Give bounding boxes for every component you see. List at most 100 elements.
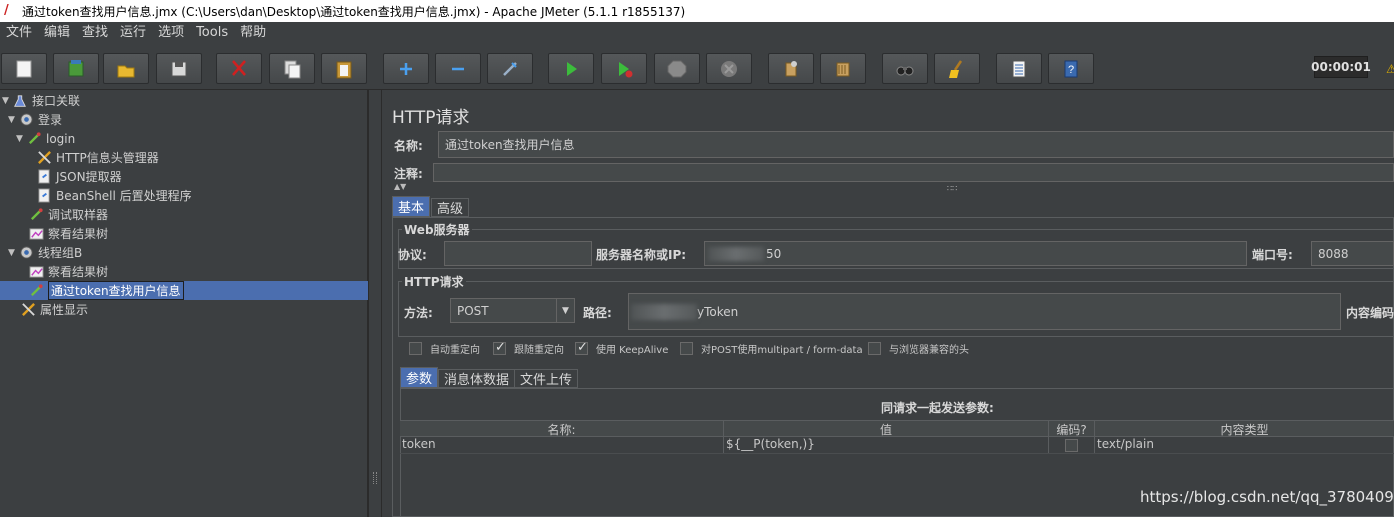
reset-search-button[interactable]	[934, 53, 980, 84]
option-follow-redirect[interactable]: 跟随重定向	[493, 340, 564, 356]
tree-node-token-user-request[interactable]: 通过token查找用户信息	[28, 281, 184, 300]
col-name-header[interactable]: 名称:	[400, 421, 724, 436]
param-content-type-cell[interactable]: text/plain	[1095, 437, 1394, 453]
tree-node-thread-group-login[interactable]: ▼ 登录	[8, 110, 62, 129]
expand-all-button[interactable]	[383, 53, 429, 84]
tab-parameters[interactable]: 参数	[400, 367, 439, 388]
pane-splitter[interactable]	[368, 90, 382, 517]
search-button[interactable]	[882, 53, 928, 84]
templates-button[interactable]	[53, 53, 99, 84]
start-no-pause-button[interactable]	[601, 53, 647, 84]
tree-node-header-manager[interactable]: HTTP信息头管理器	[36, 148, 159, 167]
menu-file[interactable]: 文件	[0, 22, 38, 44]
divider-grip-icon[interactable]: ∷∷	[947, 184, 957, 193]
save-button[interactable]	[156, 53, 202, 84]
clear-button[interactable]	[768, 53, 814, 84]
option-multipart[interactable]: 对POST使用multipart / form-data	[680, 341, 863, 356]
shutdown-button[interactable]	[706, 53, 752, 84]
param-encode-cell[interactable]	[1049, 437, 1095, 453]
tree-node-test-plan[interactable]: ▼ 接口关联	[2, 91, 80, 110]
document-arrow-icon	[36, 188, 52, 204]
keepalive-checkbox[interactable]	[575, 340, 588, 355]
port-input[interactable]: 8088	[1311, 241, 1394, 266]
stop-button[interactable]	[654, 53, 700, 84]
collapse-all-button[interactable]	[435, 53, 481, 84]
tree-node-login-sampler[interactable]: ▼ login	[16, 129, 75, 148]
tree-node-json-extractor[interactable]: JSON提取器	[36, 167, 122, 186]
paste-button[interactable]	[321, 53, 367, 84]
menu-options[interactable]: 选项	[152, 22, 190, 44]
comment-input[interactable]	[433, 163, 1394, 182]
table-row[interactable]: token ${__P(token,)} text/plain	[400, 437, 1394, 454]
http-request-group-title: HTTP请求	[402, 273, 466, 290]
path-label: 路径:	[583, 306, 612, 320]
path-input[interactable]: yToken	[628, 293, 1341, 330]
browser-headers-checkbox[interactable]	[868, 342, 881, 355]
splitter-grip-icon[interactable]	[373, 472, 377, 484]
wrench-screwdriver-icon	[20, 302, 36, 318]
name-input[interactable]: 通过token查找用户信息	[438, 131, 1394, 158]
param-name-cell[interactable]: token	[400, 437, 724, 453]
clear-all-button[interactable]	[820, 53, 866, 84]
option-browser-headers[interactable]: 与浏览器兼容的头	[868, 341, 969, 356]
tab-file-upload[interactable]: 文件上传	[514, 369, 579, 388]
tree-node-debug-sampler[interactable]: 调试取样器	[28, 205, 108, 224]
redacted-host-mask	[708, 246, 764, 261]
method-label: 方法:	[404, 306, 433, 320]
chevron-down-icon[interactable]: ▼	[556, 299, 574, 322]
tree-node-view-results-tree[interactable]: 察看结果树	[28, 224, 108, 243]
pipette-icon	[26, 131, 42, 147]
function-helper-button[interactable]	[996, 53, 1042, 84]
web-server-group-title: Web服务器	[402, 221, 472, 238]
tree-node-property-display[interactable]: 属性显示	[20, 300, 88, 319]
menu-tools[interactable]: Tools	[190, 22, 234, 44]
new-button[interactable]	[1, 53, 47, 84]
expand-arrow-icon[interactable]: ▼	[8, 248, 18, 258]
tab-advanced[interactable]: 高级	[431, 198, 470, 217]
window-titlebar: / 通过token查找用户信息.jmx (C:\Users\dan\Deskto…	[0, 0, 1394, 22]
option-auto-redirect[interactable]: 自动重定向	[409, 341, 480, 356]
param-value-cell[interactable]: ${__P(token,)}	[724, 437, 1049, 453]
copy-button[interactable]	[269, 53, 315, 84]
help-icon: ?	[1064, 60, 1078, 77]
jmeter-feather-icon: /	[4, 3, 9, 18]
multipart-checkbox[interactable]	[680, 342, 693, 355]
toggle-button[interactable]	[487, 53, 533, 84]
start-button[interactable]	[548, 53, 594, 84]
tab-body-data[interactable]: 消息体数据	[438, 369, 516, 388]
params-caption: 同请求一起发送参数:	[881, 401, 994, 415]
play-no-timer-icon	[619, 61, 633, 77]
server-input[interactable]: 50	[704, 241, 1247, 266]
col-value-header[interactable]: 值	[724, 421, 1049, 436]
expand-arrow-icon[interactable]: ▼	[8, 115, 18, 125]
expand-arrow-icon[interactable]: ▼	[16, 134, 26, 144]
menu-edit[interactable]: 编辑	[38, 22, 76, 44]
follow-redirect-checkbox[interactable]	[493, 340, 506, 355]
col-content-type-header[interactable]: 内容类型	[1095, 421, 1394, 436]
warning-icon[interactable]: ⚠	[1386, 62, 1394, 76]
function-list-icon	[1012, 60, 1026, 77]
option-keepalive[interactable]: 使用 KeepAlive	[575, 340, 668, 356]
open-button[interactable]	[103, 53, 149, 84]
collapse-arrows-icon[interactable]: ▲▼	[394, 182, 406, 191]
tab-basic[interactable]: 基本	[392, 196, 431, 217]
auto-redirect-checkbox[interactable]	[409, 342, 422, 355]
menu-search[interactable]: 查找	[76, 22, 114, 44]
protocol-input[interactable]	[444, 241, 592, 266]
menu-run[interactable]: 运行	[114, 22, 152, 44]
method-select[interactable]: POST ▼	[450, 298, 575, 323]
col-encode-header[interactable]: 编码?	[1049, 421, 1095, 436]
tree-node-view-results-tree-b[interactable]: 察看结果树	[28, 262, 108, 281]
expand-arrow-icon[interactable]: ▼	[2, 96, 12, 106]
svg-text:?: ?	[1068, 64, 1074, 76]
document-arrow-icon	[36, 169, 52, 185]
cut-button[interactable]	[216, 53, 262, 84]
param-encode-checkbox[interactable]	[1065, 438, 1078, 452]
tree-node-beanshell-postprocessor[interactable]: BeanShell 后置处理程序	[36, 186, 192, 205]
menu-help[interactable]: 帮助	[234, 22, 272, 44]
gear-icon	[18, 245, 34, 261]
help-button[interactable]: ?	[1048, 53, 1094, 84]
tree-node-thread-group-b[interactable]: ▼ 线程组B	[8, 243, 82, 262]
comment-label: 注释:	[394, 167, 423, 181]
paste-icon	[336, 61, 352, 78]
